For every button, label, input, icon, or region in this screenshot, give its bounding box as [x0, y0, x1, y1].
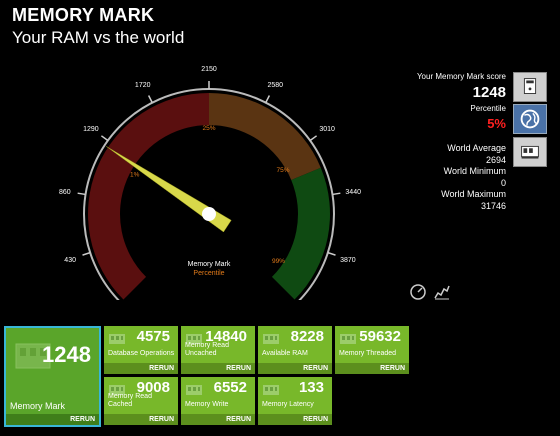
world-minimum-label: World Minimum — [443, 166, 506, 176]
gauge-band-high — [271, 167, 330, 300]
memory-mark-label: Memory Mark — [10, 401, 66, 411]
memory-read-cached-label: Memory Read Cached — [108, 393, 152, 408]
memory-chip-icon — [340, 334, 356, 344]
gauge-percentile-label: 75% — [277, 167, 290, 174]
gauge-tick — [309, 135, 318, 142]
gauge-tick-label: 1720 — [135, 82, 151, 89]
percentile-label: Percentile — [470, 104, 506, 113]
memory-latency-rerun-button[interactable]: RERUN — [258, 414, 332, 425]
memory-read-cached-tile[interactable]: 9008 Memory Read Cached RERUN — [104, 377, 178, 425]
world-maximum-value: 31746 — [480, 201, 506, 211]
gauge-percentile-label: 99% — [272, 258, 285, 265]
memory-latency-tile[interactable]: 133 Memory Latency RERUN — [258, 377, 332, 425]
gauge-center-label: Memory Mark — [188, 261, 231, 268]
memory-threaded-label: Memory Threaded — [339, 350, 397, 357]
chart-icon[interactable] — [433, 283, 451, 301]
memory-threaded-value: 59632 — [359, 328, 401, 345]
gauge-tick — [147, 95, 153, 103]
monitor-button[interactable] — [513, 72, 547, 102]
memory-chip-icon — [263, 334, 279, 344]
gauge-tick — [332, 192, 341, 196]
memory-write-tile[interactable]: 6552 Memory Write RERUN — [181, 377, 255, 425]
gauge-tick-label: 3440 — [345, 189, 361, 196]
memory-threaded-rerun-button[interactable]: RERUN — [335, 363, 409, 374]
memory-chip-icon — [263, 385, 279, 395]
memory-mark-tile[interactable]: 1248 Memory Mark RERUN — [4, 326, 101, 427]
memory-mark-value: 1248 — [42, 342, 91, 367]
database-operations-value: 4575 — [136, 328, 170, 345]
world-average-value: 2694 — [485, 155, 506, 165]
memory-button[interactable] — [513, 137, 547, 167]
database-operations-label: Database Operations — [108, 350, 175, 357]
gauge-band-mid — [209, 93, 321, 180]
gauge-tick — [327, 251, 336, 256]
gauge-tick-label: 2150 — [201, 66, 217, 73]
memory-latency-label: Memory Latency — [262, 401, 314, 408]
score-value: 1248 — [472, 84, 506, 101]
memory-read-uncached-tile[interactable]: 14840 Memory Read Uncached RERUN — [181, 326, 255, 374]
memory-write-value: 6552 — [213, 379, 247, 396]
gauge-tick — [100, 135, 109, 142]
memory-write-label: Memory Write — [185, 401, 229, 408]
database-operations-rerun-button[interactable]: RERUN — [104, 363, 178, 374]
gauge-center-sublabel: Percentile — [193, 270, 224, 277]
world-maximum-label: World Maximum — [441, 189, 506, 199]
gauge-tick — [77, 192, 86, 196]
memory-chip-icon — [109, 334, 125, 344]
speedometer-icon[interactable] — [409, 283, 427, 301]
score-label: Your Memory Mark score — [416, 72, 506, 81]
memory-threaded-tile[interactable]: 59632 Memory Threaded RERUN — [335, 326, 409, 374]
memory-latency-value: 133 — [298, 379, 324, 396]
world-button[interactable] — [513, 104, 547, 134]
gauge-tick-label: 3010 — [319, 126, 335, 133]
gauge-hub — [202, 207, 216, 221]
gauge-tick-label: 860 — [59, 189, 71, 196]
memory-read-uncached-label: Memory Read Uncached — [185, 342, 229, 357]
memory-chip-icon — [186, 385, 202, 395]
available-ram-tile[interactable]: 8228 Available RAM RERUN — [258, 326, 332, 374]
memory-mark-rerun-button[interactable]: RERUN — [6, 414, 99, 425]
available-ram-rerun-button[interactable]: RERUN — [258, 363, 332, 374]
memory-card-icon — [521, 145, 539, 159]
available-ram-value: 8228 — [290, 328, 324, 345]
gauge-tick — [82, 251, 91, 256]
monitor-icon — [523, 78, 537, 94]
memory-read-uncached-rerun-button[interactable]: RERUN — [181, 363, 255, 374]
available-ram-label: Available RAM — [262, 350, 308, 357]
gauge-tick-label: 3870 — [340, 257, 356, 264]
gauge-tick-label: 430 — [64, 257, 76, 264]
percentile-value: 5% — [487, 116, 506, 131]
memory-write-rerun-button[interactable]: RERUN — [181, 414, 255, 425]
world-average-label: World Average — [447, 143, 506, 153]
memory-read-cached-rerun-button[interactable]: RERUN — [104, 414, 178, 425]
memory-mark-gauge: 043086012901720215025803010344038704300 … — [59, 66, 361, 300]
gauge-tick — [265, 95, 271, 103]
gauge-percentile-label: 25% — [202, 125, 215, 132]
gauge-percentile-label: 1% — [130, 172, 140, 179]
database-operations-tile[interactable]: 4575 Database Operations RERUN — [104, 326, 178, 374]
globe-icon — [520, 109, 540, 129]
world-minimum-value: 0 — [500, 178, 506, 188]
gauge-tick-label: 2580 — [267, 82, 283, 89]
gauge-tick-label: 1290 — [83, 126, 99, 133]
